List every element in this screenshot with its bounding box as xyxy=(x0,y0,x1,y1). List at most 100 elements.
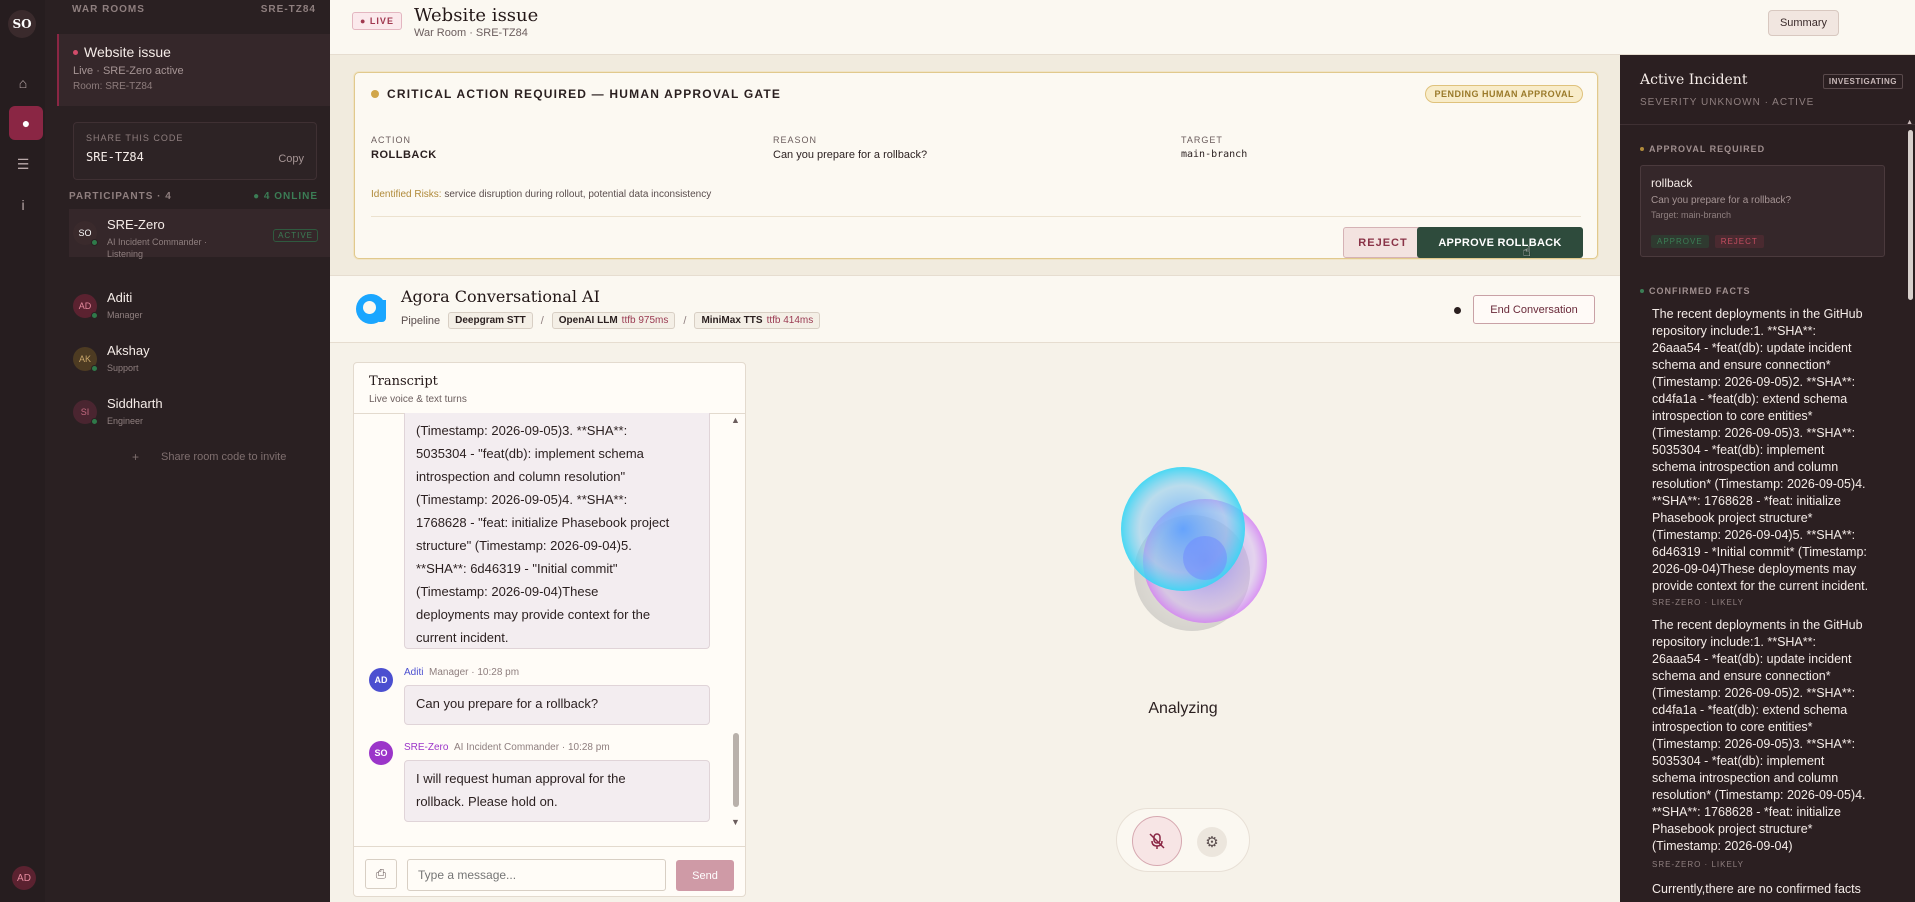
section-dot-icon xyxy=(1640,147,1644,151)
invite-plus-icon: + xyxy=(132,450,140,464)
panel-approve-button[interactable]: APPROVE xyxy=(1651,235,1709,248)
message-line: I will request human approval for the xyxy=(416,771,626,786)
text-line: current incident. xyxy=(416,630,509,645)
approval-divider xyxy=(371,216,1581,217)
incident-divider xyxy=(1620,124,1915,125)
page-title: Website issue xyxy=(414,5,539,26)
text-line: 1768628 - "feat: initialize Phasebook pr… xyxy=(416,515,670,530)
transcript-scrollbar[interactable]: ▲ ▼ xyxy=(731,415,741,827)
panel-reject-button[interactable]: REJECT xyxy=(1714,235,1764,248)
top-header: ● LIVE Website issue War Room · SRE-TZ84… xyxy=(330,0,1915,55)
participant-name: Aditi xyxy=(107,290,133,305)
share-code-box: SHARE THIS CODE SRE-TZ84 Copy xyxy=(73,122,317,180)
share-code-value: SRE-TZ84 xyxy=(86,150,144,164)
text-line: 26aaa54 - *feat(db): update incident xyxy=(1652,341,1852,355)
message-meta: Aditi Manager · 10:28 pm xyxy=(404,667,520,678)
participant-aditi[interactable]: AD Aditi Manager xyxy=(69,282,330,330)
room-status: Live · SRE-Zero active xyxy=(73,65,184,77)
avatar: AK xyxy=(73,347,98,372)
text-line: (Timestamp: 2026-09-04)These xyxy=(416,584,599,599)
text-line: **SHA**: 6d46319 - "Initial commit" xyxy=(416,561,618,576)
fact-item: The recent deployments in the GitHub repo… xyxy=(1652,617,1902,855)
text-line: (Timestamp: 2026-09-05)4. **SHA**: xyxy=(416,492,628,507)
copy-button[interactable]: Copy xyxy=(278,153,304,165)
reject-button[interactable]: REJECT xyxy=(1343,227,1423,258)
stt-chip: Deepgram STT xyxy=(448,312,533,329)
approval-name: rollback xyxy=(1651,176,1693,190)
footer-avatar[interactable]: AD xyxy=(12,866,36,890)
participants-header: PARTICIPANTS · 4 ● 4 ONLINE xyxy=(69,191,318,202)
text-line: (Timestamp: 2026-09-04)5. **SHA**: xyxy=(1652,528,1856,542)
text-line: The recent deployments in the GitHub xyxy=(1652,618,1863,632)
message-input[interactable] xyxy=(407,859,666,891)
llm-chip: OpenAI LLM ttfb 975ms xyxy=(551,312,676,329)
message-meta: SRE-Zero AI Incident Commander · 10:28 p… xyxy=(404,742,610,753)
participant-akshay[interactable]: AK Akshay Support xyxy=(69,335,330,383)
action-key: ACTION xyxy=(371,135,412,145)
info-icon[interactable]: i xyxy=(10,192,36,218)
end-conversation-button[interactable]: End Conversation xyxy=(1473,295,1595,324)
text-line: Phasebook project structure* xyxy=(1652,822,1813,836)
text-line: Phasebook project structure* xyxy=(1652,511,1813,525)
participant-siddharth[interactable]: SI Siddharth Engineer xyxy=(69,388,330,436)
pipeline: Pipeline Deepgram STT / OpenAI LLM ttfb 9… xyxy=(401,312,821,329)
page-subtitle: War Room · SRE-TZ84 xyxy=(414,27,528,39)
summary-button[interactable]: Summary xyxy=(1767,10,1839,36)
avatar: SI xyxy=(73,400,98,425)
approve-rollback-button[interactable]: APPROVE ROLLBACK xyxy=(1417,227,1583,258)
transcript-subtitle: Live voice & text turns xyxy=(369,394,467,405)
approval-title: CRITICAL ACTION REQUIRED — HUMAN APPROVA… xyxy=(387,87,782,101)
room-label: Room: SRE-TZ84 xyxy=(73,81,153,92)
home-icon[interactable]: ⌂ xyxy=(10,70,36,96)
text-line: 5035304 - *feat(db): implement xyxy=(1652,754,1825,768)
text-line: resolution* (Timestamp: 2026-09-05)4. xyxy=(1652,788,1866,802)
live-badge: ● LIVE xyxy=(352,12,402,30)
fact-meta: SRE-ZERO · LIKELY xyxy=(1652,598,1744,607)
approval-summary-card: rollback Can you prepare for a rollback?… xyxy=(1640,165,1885,257)
tts-ttfb: ttfb 414ms xyxy=(766,315,814,326)
risks-value: service disruption during rollout, poten… xyxy=(444,189,712,200)
target-value: main-branch xyxy=(1181,149,1248,160)
invite-hint[interactable]: Share room code to invite xyxy=(161,451,286,463)
voice-orb xyxy=(1080,455,1300,655)
scroll-down-icon[interactable]: ▼ xyxy=(731,817,740,827)
approval-area: CRITICAL ACTION REQUIRED — HUMAN APPROVA… xyxy=(330,55,1620,275)
orb-core xyxy=(1183,536,1227,580)
scroll-thumb[interactable] xyxy=(733,733,739,807)
reason-key: REASON xyxy=(773,135,818,145)
fact-item: Currently,there are no confirmed facts xyxy=(1652,882,1861,896)
text-line: **SHA**: 1768628 - *feat: initialize xyxy=(1652,494,1842,508)
reason-value: Can you prepare for a rollback? xyxy=(773,149,928,161)
panel-scrollbar[interactable] xyxy=(1908,130,1913,300)
war-room-icon[interactable]: ● xyxy=(9,106,43,140)
section-dot-icon xyxy=(1640,289,1644,293)
participant-sre-zero[interactable]: SO SRE-Zero AI Incident Commander · Listen… xyxy=(69,209,330,259)
action-value: ROLLBACK xyxy=(371,149,437,161)
warning-dot-icon xyxy=(371,90,379,98)
room-item-website-issue[interactable]: Website issue Live · SRE-Zero active Roo… xyxy=(57,34,330,106)
text-line: 26aaa54 - *feat(db): update incident xyxy=(1652,652,1852,666)
list-icon[interactable]: ☰ xyxy=(10,151,36,177)
panel-scroll-up-icon[interactable]: ▲ xyxy=(1906,119,1913,126)
user-avatar[interactable]: SO xyxy=(8,10,36,38)
pointer-cursor-icon: ☝ xyxy=(1522,243,1531,259)
orb-cyan-ring xyxy=(1121,467,1245,591)
message-bubble: I will request human approval for the ro… xyxy=(404,760,710,822)
war-rooms-code: SRE-TZ84 xyxy=(260,4,316,15)
settings-gear-icon[interactable]: ⚙ xyxy=(1197,827,1227,857)
room-title: Website issue xyxy=(84,44,171,60)
attach-icon[interactable]: ⎙ xyxy=(365,859,397,889)
send-button[interactable]: Send xyxy=(676,860,734,891)
scroll-up-icon[interactable]: ▲ xyxy=(731,415,740,425)
approval-question: Can you prepare for a rollback? xyxy=(1651,195,1792,206)
online-status-icon xyxy=(91,312,98,319)
transcript-title: Transcript xyxy=(369,374,438,389)
participant-role: Support xyxy=(107,363,139,373)
text-line: cd4fa1a - *feat(db): extend schema xyxy=(1652,392,1848,406)
approval-target: Target: main-branch xyxy=(1651,210,1732,220)
participant-role: AI Incident Commander · Listening xyxy=(107,237,208,259)
mute-mic-button[interactable] xyxy=(1132,816,1182,866)
transcript-panel: Transcript Live voice & text turns (Time… xyxy=(353,362,746,897)
llm-ttfb: ttfb 975ms xyxy=(621,315,669,326)
agora-bar: Agora Conversational AI Pipeline Deepgra… xyxy=(330,275,1620,343)
